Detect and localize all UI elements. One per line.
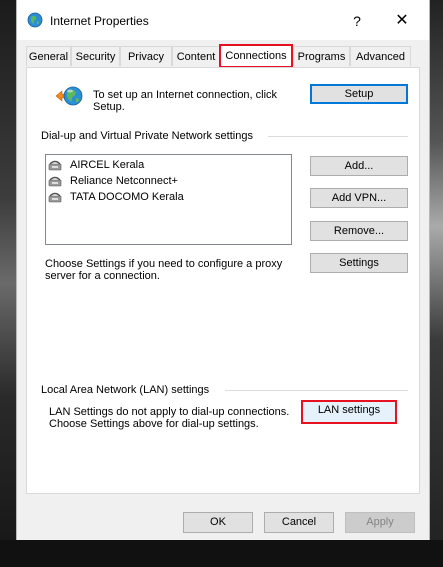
cancel-button[interactable]: Cancel: [264, 512, 334, 533]
list-item-label: Reliance Netconnect+: [70, 175, 178, 187]
tab-content[interactable]: Content: [172, 46, 220, 66]
ok-button[interactable]: OK: [183, 512, 253, 533]
remove-button[interactable]: Remove...: [310, 221, 408, 241]
settings-description-line2: server for a connection.: [45, 270, 160, 282]
settings-button[interactable]: Settings: [310, 253, 408, 273]
lan-group-divider: [225, 390, 408, 391]
desktop-background-right: [430, 0, 443, 567]
add-button[interactable]: Add...: [310, 156, 408, 176]
list-item-label: TATA DOCOMO Kerala: [70, 191, 184, 203]
tab-connections[interactable]: Connections: [219, 44, 293, 68]
window-title: Internet Properties: [50, 14, 149, 28]
tab-programs[interactable]: Programs: [293, 46, 350, 66]
desktop-background-left: [0, 0, 16, 567]
tab-security[interactable]: Security: [71, 46, 120, 66]
dialup-group-title: Dial-up and Virtual Private Network sett…: [41, 130, 257, 143]
list-item-label: AIRCEL Kerala: [70, 159, 145, 171]
apply-button[interactable]: Apply: [345, 512, 415, 533]
lan-description-line2: Choose Settings above for dial-up settin…: [49, 418, 259, 430]
tab-advanced[interactable]: Advanced: [350, 46, 411, 66]
dialup-group-divider: [268, 136, 408, 137]
internet-globe-icon: [27, 12, 43, 28]
dialup-phone-icon: [48, 192, 62, 203]
dialup-phone-icon: [48, 160, 62, 171]
lan-group-title: Local Area Network (LAN) settings: [41, 384, 214, 397]
close-button[interactable]: ✕: [389, 8, 415, 34]
title-bar: Internet Properties ? ✕: [17, 0, 429, 40]
lan-settings-button[interactable]: LAN settings: [301, 400, 397, 424]
setup-description-line2: Setup.: [93, 101, 125, 113]
tab-privacy[interactable]: Privacy: [120, 46, 172, 66]
internet-setup-icon: [55, 86, 83, 106]
desktop-background-bottom: [0, 540, 443, 567]
connections-panel: To set up an Internet connection, click …: [26, 67, 420, 494]
internet-properties-dialog: Internet Properties ? ✕ General Security…: [16, 0, 430, 540]
tab-general[interactable]: General: [26, 46, 71, 66]
dialup-phone-icon: [48, 176, 62, 187]
setup-button[interactable]: Setup: [310, 84, 408, 104]
help-button[interactable]: ?: [345, 8, 369, 34]
dialup-connections-list[interactable]: AIRCEL Kerala Reliance Netconnect+ TATA …: [45, 154, 292, 245]
add-vpn-button[interactable]: Add VPN...: [310, 188, 408, 208]
